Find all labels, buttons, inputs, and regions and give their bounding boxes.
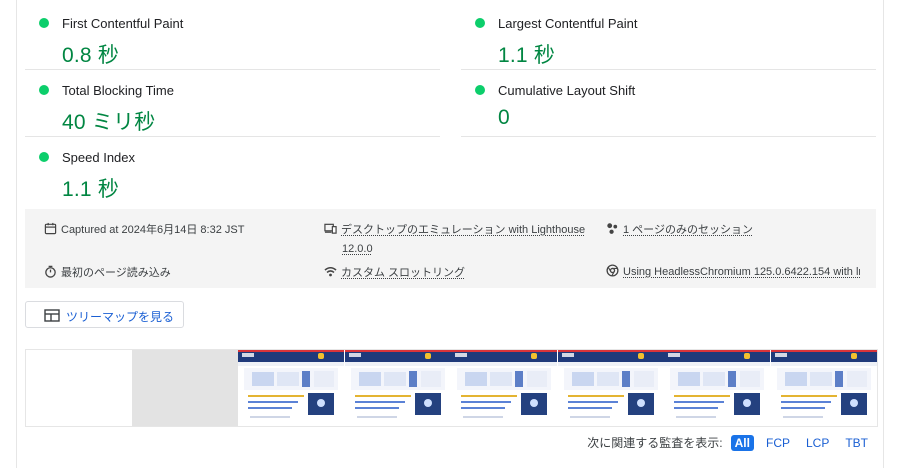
calendar-icon — [44, 222, 57, 235]
filter-tbt[interactable]: TBT — [841, 435, 872, 451]
metric-value: 1.1 秒 — [498, 44, 556, 67]
metric-value: 1.1 秒 — [62, 178, 120, 201]
view-treemap-button[interactable]: ツリーマップを見る — [25, 301, 184, 328]
filmstrip-frame — [664, 350, 770, 426]
devices-icon — [324, 223, 337, 234]
filmstrip — [25, 349, 878, 427]
filmstrip-frame — [557, 350, 664, 426]
filmstrip-frame — [770, 350, 877, 426]
filmstrip-frame — [132, 350, 238, 426]
browser-link[interactable]: Using HeadlessChromium 125.0.6422.154 wi… — [623, 266, 860, 278]
captured-text: Captured at 2024年6月14日 8:32 JST — [61, 224, 245, 236]
session-info[interactable]: 1 ページのみのセッション — [606, 221, 753, 237]
audit-filter-label: 次に関連する監査を表示: — [587, 436, 723, 450]
filmstrip-frame — [344, 350, 451, 426]
chrome-icon — [606, 264, 619, 277]
metric-si: Speed Index 1.1 秒 — [25, 137, 440, 203]
metric-label: Largest Contentful Paint — [498, 16, 638, 31]
emulation-version: 12.0.0 — [342, 243, 373, 255]
metric-label: First Contentful Paint — [62, 16, 184, 31]
audit-filter-bar: 次に関連する監査を表示: All FCP LCP TBT — [587, 434, 872, 451]
metric-value: 0 — [498, 106, 510, 129]
emulation-link[interactable]: デスクトップのエミュレーション with Lighthouse — [341, 224, 585, 236]
treemap-button-label: ツリーマップを見る — [66, 310, 175, 324]
load-text: 最初のページ読み込み — [61, 267, 171, 279]
emulation-info[interactable]: デスクトップのエミュレーション with Lighthouse — [324, 221, 585, 237]
metric-fcp: First Contentful Paint 0.8 秒 — [25, 3, 440, 70]
filter-fcp[interactable]: FCP — [762, 435, 794, 451]
metric-label: Speed Index — [62, 150, 136, 165]
filmstrip-frame — [238, 350, 344, 426]
filter-lcp[interactable]: LCP — [802, 435, 833, 451]
filmstrip-frame — [451, 350, 557, 426]
captured-time: Captured at 2024年6月14日 8:32 JST — [44, 221, 244, 237]
metric-lcp: Largest Contentful Paint 1.1 秒 — [461, 3, 876, 70]
metric-label: Cumulative Layout Shift — [498, 83, 636, 98]
filter-all[interactable]: All — [730, 434, 754, 451]
wifi-icon — [324, 267, 337, 277]
metric-cls: Cumulative Layout Shift 0 — [461, 70, 876, 137]
session-link[interactable]: 1 ページのみのセッション — [623, 224, 753, 236]
metric-label: Total Blocking Time — [62, 83, 174, 98]
throttling-link[interactable]: カスタム スロットリング — [341, 267, 465, 279]
load-info: 最初のページ読み込み — [44, 264, 171, 280]
filmstrip-frame — [26, 350, 132, 426]
session-icon — [607, 223, 618, 234]
pass-indicator-icon — [475, 18, 485, 28]
version-text: 12.0.0 — [342, 243, 373, 255]
browser-info[interactable]: Using HeadlessChromium 125.0.6422.154 wi… — [606, 264, 860, 278]
pass-indicator-icon — [475, 85, 485, 95]
pass-indicator-icon — [39, 18, 49, 28]
metric-value: 40 ミリ秒 — [62, 111, 156, 134]
runtime-settings: Captured at 2024年6月14日 8:32 JST デスクトップのエ… — [25, 209, 876, 288]
timer-icon — [45, 265, 56, 278]
pass-indicator-icon — [39, 85, 49, 95]
metric-tbt: Total Blocking Time 40 ミリ秒 — [25, 70, 440, 137]
metric-value: 0.8 秒 — [62, 44, 120, 67]
pass-indicator-icon — [39, 152, 49, 162]
treemap-icon — [44, 309, 60, 322]
throttling-info[interactable]: カスタム スロットリング — [324, 264, 465, 280]
